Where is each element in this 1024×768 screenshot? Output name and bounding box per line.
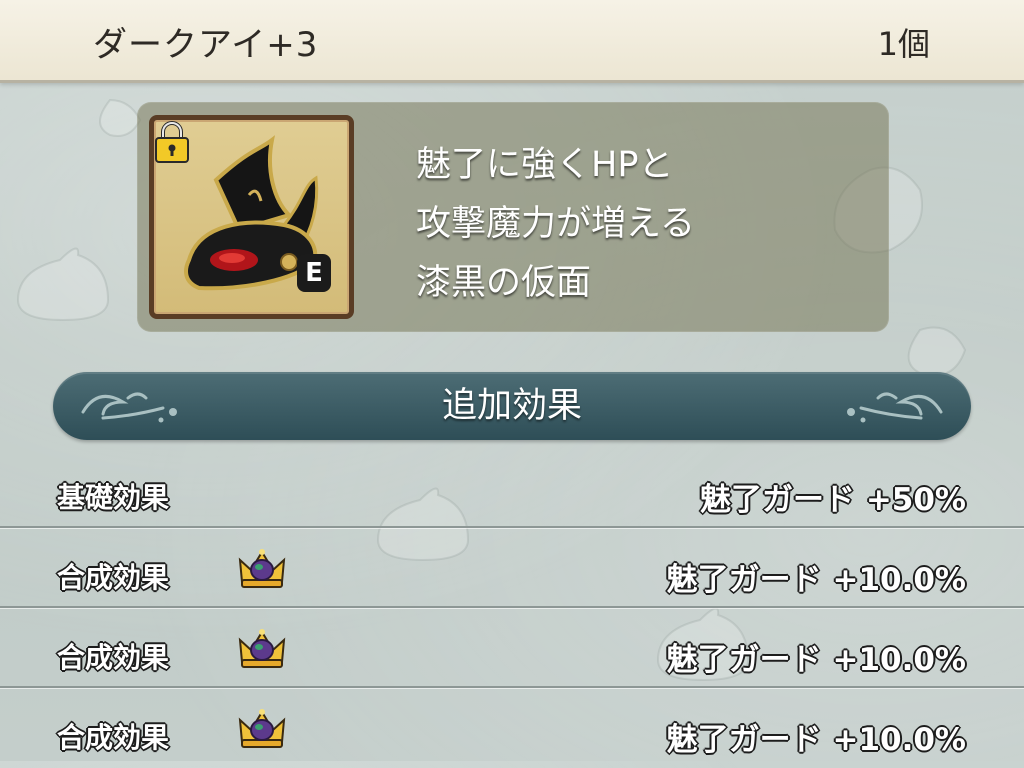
item-title-bar: ダークアイ+3 1個 — [0, 0, 1024, 83]
effect-type-label: 基礎効果 — [57, 481, 170, 514]
crown-icon — [238, 549, 286, 588]
additional-effects-header: 追加効果 — [53, 372, 971, 440]
effect-value: 魅了ガード +10.0% — [666, 642, 966, 678]
effect-value: 魅了ガード +10.0% — [666, 722, 966, 758]
effect-row: 合成効果 魅了ガード +10.0% — [0, 528, 1024, 608]
crown-icon — [238, 629, 286, 668]
description-line: 攻撃魔力が増える — [416, 204, 695, 244]
effect-row: 合成効果 魅了ガード +10.0% — [0, 608, 1024, 688]
crown-icon — [238, 709, 286, 748]
item-icon-frame[interactable]: E — [149, 115, 354, 319]
right-flourish-icon — [847, 392, 943, 423]
effect-row: 基礎効果 魅了ガード +50% — [0, 448, 1024, 528]
effect-type-label: 合成効果 — [57, 641, 170, 674]
item-name: ダークアイ+3 — [93, 25, 319, 65]
equipped-badge: E — [297, 254, 331, 292]
effect-value: 魅了ガード +10.0% — [666, 562, 966, 598]
item-count: 1個 — [877, 25, 930, 63]
effect-type-label: 合成効果 — [57, 721, 170, 754]
effects-list: 基礎効果 魅了ガード +50% 合成効果 魅了ガード +10.0% 合成効果 魅… — [0, 448, 1024, 768]
effect-row: 合成効果 魅了ガード +10.0% — [0, 688, 1024, 768]
padlock-icon — [155, 121, 189, 163]
description-line: 漆黒の仮面 — [416, 263, 592, 303]
description-line: 魅了に強くHPと — [416, 145, 674, 185]
item-description: 魅了に強くHPと 攻撃魔力が増える 漆黒の仮面 — [416, 136, 876, 313]
effect-type-label: 合成効果 — [57, 561, 170, 594]
effect-value: 魅了ガード +50% — [700, 482, 966, 518]
